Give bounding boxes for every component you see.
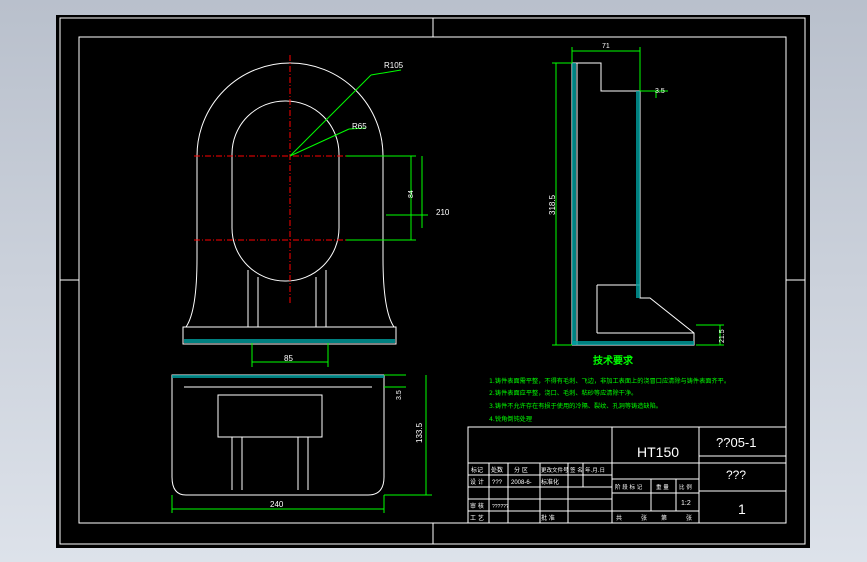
dim-step: 3.5 [655,88,665,95]
sheet-current-label: 第 [661,514,667,522]
title-sheet-no: 1 [738,501,746,517]
inner-border [78,36,787,524]
top-view [171,374,385,496]
label-review: 审 核 [470,502,484,510]
label-scale: 比 例 [679,483,692,491]
label-stage: 阶 段 标 记 [615,483,643,491]
top-dimensions [171,374,432,513]
side-hatch-left [572,63,576,345]
front-centerlines [194,55,386,305]
reviewer-name: ?????? [492,504,509,510]
row-label-count: 处数 [491,466,503,474]
dim-height-total: 318.5 [548,194,557,215]
dim-inner-width: 85 [284,354,293,363]
title-material: HT150 [637,444,679,460]
sheet-total-label: 共 [616,514,622,522]
top-hatch [172,375,384,378]
title-scale: 1:2 [681,500,691,507]
cad-drawing: R105 R65 84 210 85 71 3.5 318.5 21.5 3.5… [59,17,806,545]
dim-bottom-width: 240 [270,500,284,509]
label-process: 工 艺 [470,514,484,522]
sheet-page-label: 张 [686,514,692,522]
side-hatch-bottom [572,341,694,345]
title-part-name: ??? [726,468,746,482]
dim-outer-width: 210 [436,208,450,217]
label-standardization: 标准化 [541,478,559,486]
label-approve: 批 准 [541,514,555,522]
dim-radius-inner: R65 [352,122,367,131]
side-hatch-right [636,91,640,298]
label-weight: 重 量 [656,483,669,491]
row-label-sign: 签 名 [570,466,583,474]
designer-name: ??? [492,480,503,486]
dim-flange: 3.5 [396,390,403,400]
sheet-count-label: 张 [641,514,647,522]
drawing-canvas: R105 R65 84 210 85 71 3.5 318.5 21.5 3.5… [56,15,810,548]
side-view [571,62,695,346]
note-2: 2.铸件表面应平整，浇口、毛刺、粘砂等应清除干净。 [489,389,637,397]
front-base-hatch [184,339,395,343]
design-date: 2008-6- [511,480,532,486]
row-label-mark: 标记 [471,466,483,474]
row-label-date: 年.月.日 [585,466,605,474]
dim-base-height: 21.5 [719,329,726,343]
front-dimensions [251,69,428,367]
dim-radius-outer: R105 [384,61,404,70]
note-3: 3.铸件不允许存在有损于使用的冷隔、裂纹、孔洞等铸造缺陷。 [489,402,662,410]
note-1: 1.铸件表面需平整，不得有毛刺、飞边，非加工表面上的浇冒口应清除与铸件表面齐平。 [489,377,730,385]
dim-top-width: 71 [602,43,610,50]
note-4: 4.锐角倒钝处理 [489,415,532,423]
title-drawing-no: ??05-1 [716,435,756,450]
row-label-file: 更改文件号 [541,466,569,474]
label-design: 设 计 [470,478,484,486]
dim-bottom-height: 133.5 [415,422,424,443]
notes-title: 技术要求 [593,354,634,367]
dim-center-height: 84 [408,190,415,198]
row-label-zone: 分 区 [514,466,528,474]
